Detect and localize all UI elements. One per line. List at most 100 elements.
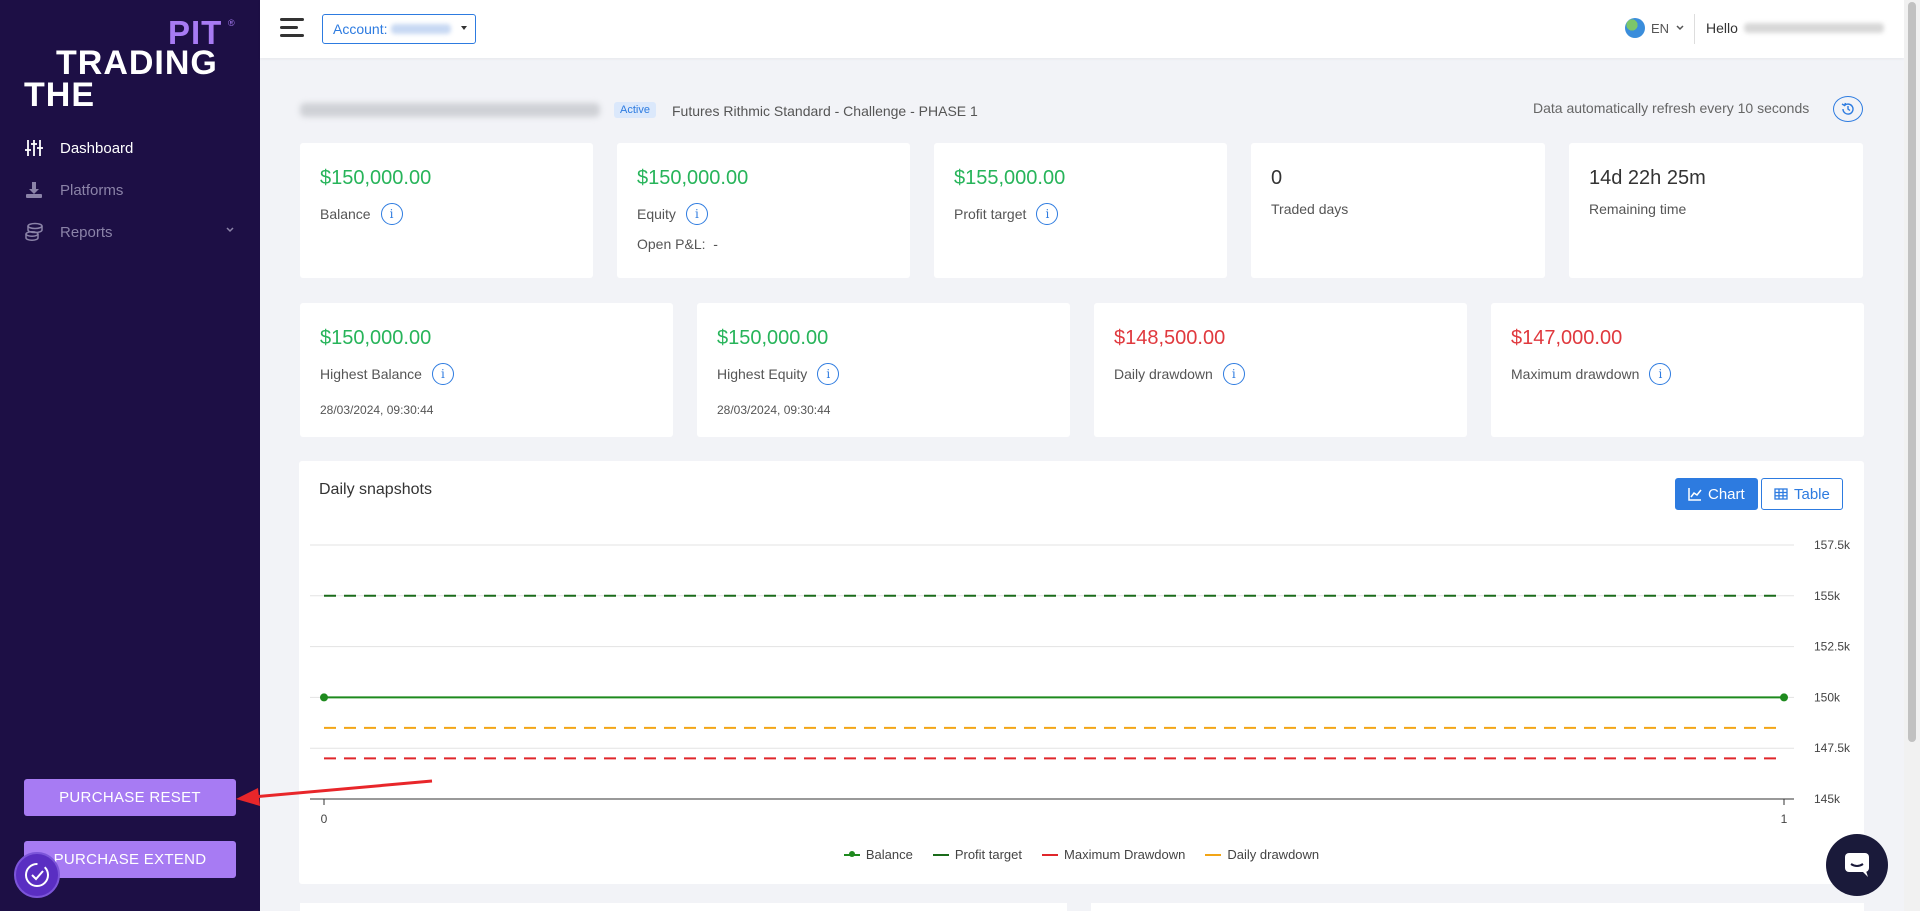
legend-item-daily-drawdown[interactable]: Daily drawdown	[1205, 847, 1319, 862]
profit-target-label: Profit target i	[954, 203, 1059, 225]
chevron-down-icon	[1676, 25, 1684, 31]
user-menu[interactable]: Hello	[1706, 20, 1884, 36]
profit-target-card: $155,000.00 Profit target i	[934, 143, 1227, 278]
legend-item-profit-target[interactable]: Profit target	[932, 847, 1023, 862]
bottom-card-right	[1091, 903, 1864, 911]
highest-balance-label: Highest Balance i	[320, 363, 454, 385]
history-icon	[1841, 102, 1854, 115]
maximum-drawdown-card: $147,000.00 Maximum drawdown i	[1491, 303, 1864, 437]
legend-item-balance[interactable]: Balance	[843, 847, 913, 862]
y-tick-label: 157.5k	[1814, 538, 1851, 552]
user-name-redacted	[1743, 23, 1884, 33]
coins-icon	[25, 222, 43, 241]
traded-days-value: 0	[1271, 167, 1283, 189]
top-header: Account: EN Hello	[260, 0, 1904, 58]
annotation-arrow	[236, 779, 433, 806]
daily-drawdown-card: $148,500.00 Daily drawdown i	[1094, 303, 1467, 437]
sidebar-item-label: Platforms	[60, 181, 124, 199]
purchase-reset-button[interactable]: PURCHASE RESET	[24, 779, 236, 816]
chat-icon	[1845, 853, 1869, 877]
remaining-time-label: Remaining time	[1589, 201, 1687, 217]
hello-text: Hello	[1706, 20, 1738, 36]
cookie-check-icon	[25, 863, 49, 887]
legend-swatch	[1205, 853, 1222, 856]
status-badge: Active	[614, 102, 656, 118]
chart-tab-button[interactable]: Chart	[1675, 478, 1758, 510]
chart-legend: Balance Profit target Maximum Drawdown Dail…	[299, 847, 1864, 862]
bottom-card-left	[300, 903, 1067, 911]
y-tick-label: 152.5k	[1814, 640, 1851, 654]
x-tick-label: 0	[321, 812, 328, 826]
account-select[interactable]: Account:	[322, 14, 476, 44]
legend-swatch	[843, 850, 860, 857]
balance-label: Balance i	[320, 203, 403, 225]
y-tick-label: 147.5k	[1814, 741, 1851, 755]
download-icon	[26, 182, 42, 198]
language-selector[interactable]: EN	[1625, 18, 1685, 38]
legend-item-maximum-drawdown[interactable]: Maximum Drawdown	[1042, 847, 1185, 862]
open-pnl: Open P&L: -	[637, 236, 718, 252]
cookie-consent-button[interactable]	[14, 852, 60, 898]
info-icon[interactable]: i	[1036, 203, 1059, 225]
legend-label: Profit target	[954, 847, 1023, 862]
sidebar-item-reports[interactable]: Reports	[24, 219, 234, 245]
chevron-down-icon	[226, 227, 234, 233]
caret-down-icon	[461, 26, 467, 30]
highest-equity-label: Highest Equity i	[717, 363, 840, 385]
legend-label: Daily drawdown	[1227, 847, 1320, 862]
account-id-redacted	[391, 24, 452, 34]
legend-swatch	[1042, 853, 1059, 856]
series-point-balance	[1780, 693, 1788, 702]
remaining-time-value: 14d 22h 25m	[1589, 167, 1706, 189]
x-tick-label: 1	[1781, 812, 1788, 826]
logo[interactable]: PIT ® TRADING THE	[24, 14, 235, 114]
account-name-redacted	[300, 103, 600, 117]
table-icon	[1774, 488, 1788, 500]
info-icon[interactable]: i	[1222, 363, 1245, 385]
y-tick-label: 150k	[1814, 690, 1841, 704]
refresh-button[interactable]	[1833, 96, 1863, 122]
page-scrollbar[interactable]	[1904, 0, 1920, 911]
daily-drawdown-label: Daily drawdown i	[1114, 363, 1245, 385]
sidebar-item-dashboard[interactable]: Dashboard	[24, 135, 133, 161]
legend-label: Maximum Drawdown	[1064, 847, 1186, 862]
profit-target-value: $155,000.00	[954, 167, 1066, 189]
sidebar-item-label: Reports	[60, 223, 113, 241]
language-code: EN	[1651, 20, 1670, 36]
daily-snapshots-panel: Daily snapshots Chart Table 145k 147.5k 15…	[299, 461, 1864, 884]
sidebar-item-platforms[interactable]: Platforms	[24, 177, 123, 203]
sidebar-item-label: Dashboard	[60, 139, 134, 157]
globe-icon	[1625, 18, 1645, 38]
info-icon[interactable]: i	[431, 363, 454, 385]
equity-card: $150,000.00 Equity i Open P&L: -	[617, 143, 910, 278]
table-tab-button[interactable]: Table	[1761, 478, 1843, 510]
balance-card: $150,000.00 Balance i	[300, 143, 593, 278]
info-icon[interactable]: i	[685, 203, 708, 225]
scrollbar-thumb[interactable]	[1908, 2, 1916, 742]
refresh-notice: Data automatically refresh every 10 seco…	[1533, 100, 1810, 116]
legend-label: Balance	[865, 847, 913, 862]
account-type: Futures Rithmic Standard - Challenge - P…	[672, 103, 978, 119]
sliders-icon	[25, 140, 43, 156]
snapshots-chart: 145k 147.5k 150k 152.5k 155k 157.5k 0 1	[310, 538, 1851, 826]
info-icon[interactable]: i	[380, 203, 403, 225]
info-icon[interactable]: i	[1649, 363, 1672, 385]
maximum-drawdown-value: $147,000.00	[1511, 327, 1623, 349]
logo-registered: ®	[228, 18, 235, 28]
equity-label: Equity i	[637, 203, 708, 225]
highest-equity-date: 28/03/2024, 09:30:44	[717, 403, 831, 417]
balance-value: $150,000.00	[320, 167, 432, 189]
snapshots-title: Daily snapshots	[319, 481, 432, 498]
highest-balance-value: $150,000.00	[320, 327, 432, 349]
account-select-label: Account:	[333, 21, 388, 37]
header-divider	[1694, 14, 1695, 44]
highest-equity-card: $150,000.00 Highest Equity i 28/03/2024, …	[697, 303, 1070, 437]
y-tick-label: 145k	[1814, 792, 1841, 806]
sidebar: PIT ® TRADING THE Dashboard Platforms Re…	[0, 0, 260, 911]
chat-button[interactable]	[1826, 834, 1888, 896]
legend-swatch	[932, 853, 949, 856]
info-icon[interactable]: i	[817, 363, 840, 385]
maximum-drawdown-label: Maximum drawdown i	[1511, 363, 1672, 385]
menu-toggle-icon[interactable]	[280, 18, 304, 38]
y-tick-label: 155k	[1814, 589, 1841, 603]
